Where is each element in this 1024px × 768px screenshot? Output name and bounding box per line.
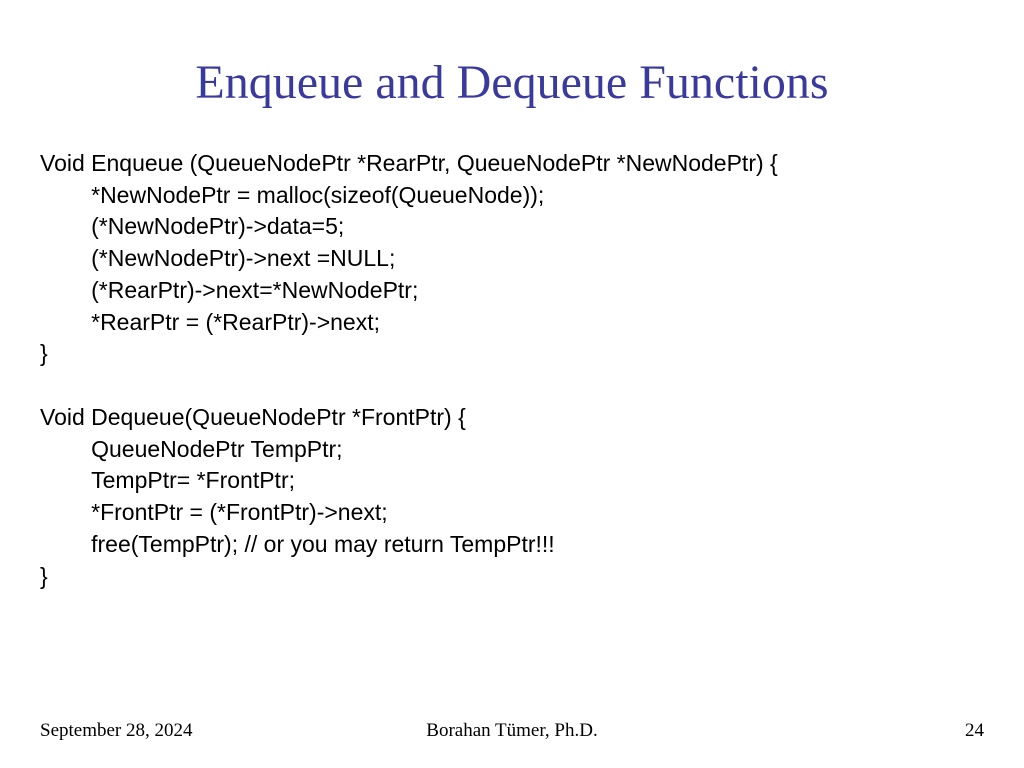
- slide-title: Enqueue and Dequeue Functions: [40, 55, 984, 110]
- slide-footer: September 28, 2024 Borahan Tümer, Ph.D. …: [0, 720, 1024, 742]
- footer-page-number: 24: [965, 720, 984, 742]
- footer-date: September 28, 2024: [40, 720, 193, 742]
- footer-author: Borahan Tümer, Ph.D.: [426, 720, 597, 742]
- code-content: Void Enqueue (QueueNodePtr *RearPtr, Que…: [40, 148, 984, 592]
- slide-container: Enqueue and Dequeue Functions Void Enque…: [0, 0, 1024, 768]
